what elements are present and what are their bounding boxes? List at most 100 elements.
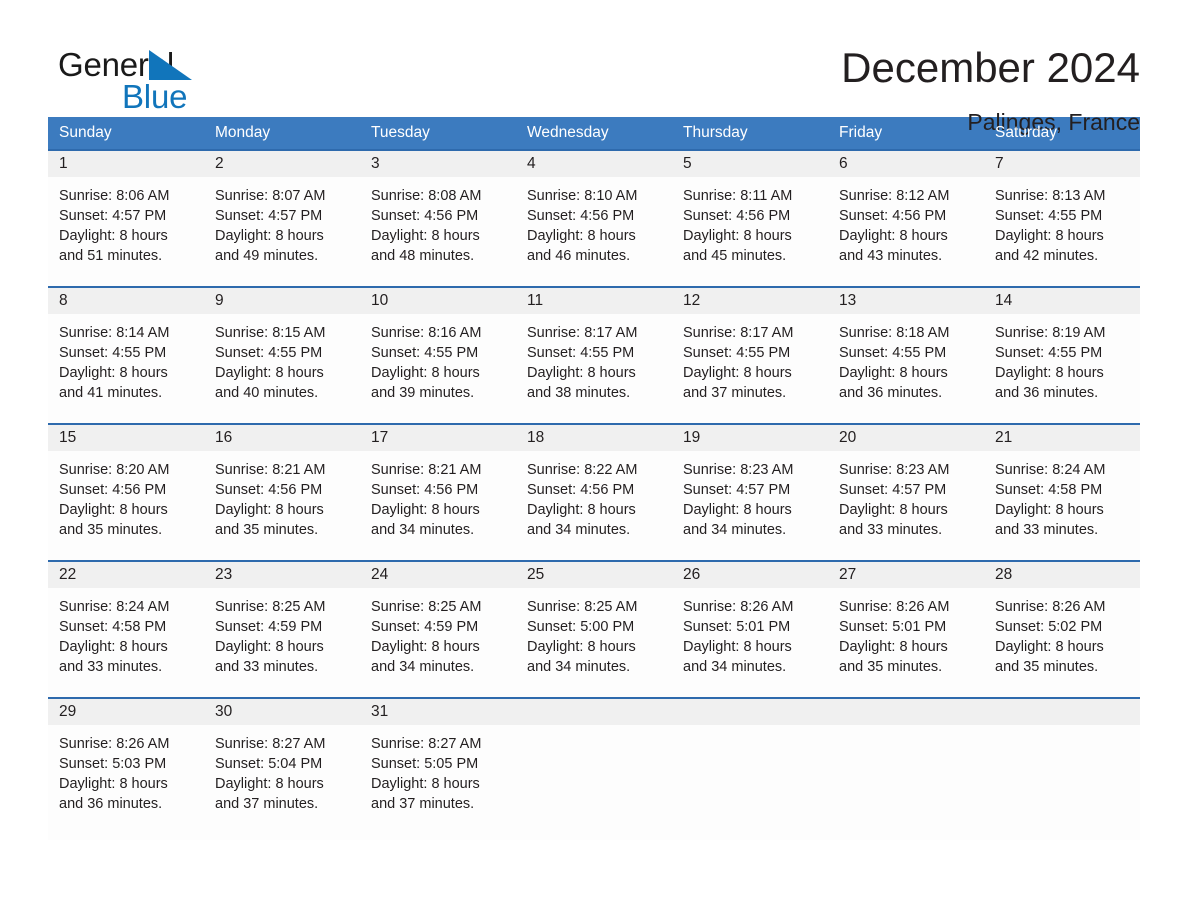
day-number[interactable]: 22 xyxy=(48,562,204,588)
day-number[interactable]: 14 xyxy=(984,288,1140,314)
day-cell[interactable]: Sunrise: 8:13 AM Sunset: 4:55 PM Dayligh… xyxy=(984,177,1140,286)
daylight-text-line2: and 43 minutes. xyxy=(839,248,943,264)
day-number[interactable]: 29 xyxy=(48,699,204,725)
day-cell[interactable]: Sunrise: 8:17 AM Sunset: 4:55 PM Dayligh… xyxy=(516,314,672,423)
sunset-text: Sunset: 4:59 PM xyxy=(371,619,479,635)
day-cell[interactable]: Sunrise: 8:17 AM Sunset: 4:55 PM Dayligh… xyxy=(672,314,828,423)
day-number[interactable]: 7 xyxy=(984,151,1140,177)
daylight-text-line2: and 35 minutes. xyxy=(59,522,163,538)
day-cell[interactable]: Sunrise: 8:24 AM Sunset: 4:58 PM Dayligh… xyxy=(48,588,204,697)
day-cell[interactable]: Sunrise: 8:06 AM Sunset: 4:57 PM Dayligh… xyxy=(48,177,204,286)
sunset-text: Sunset: 5:05 PM xyxy=(371,756,479,772)
day-cell[interactable]: Sunrise: 8:26 AM Sunset: 5:02 PM Dayligh… xyxy=(984,588,1140,697)
sunrise-text: Sunrise: 8:26 AM xyxy=(59,736,170,752)
week-date-band: 22 23 24 25 26 27 28 xyxy=(48,562,1140,588)
sunset-text: Sunset: 5:00 PM xyxy=(527,619,635,635)
day-cell[interactable]: Sunrise: 8:27 AM Sunset: 5:04 PM Dayligh… xyxy=(204,725,360,840)
week-date-band: 8 9 10 11 12 13 14 xyxy=(48,288,1140,314)
day-cell[interactable]: Sunrise: 8:10 AM Sunset: 4:56 PM Dayligh… xyxy=(516,177,672,286)
sunrise-text: Sunrise: 8:23 AM xyxy=(683,462,794,478)
day-number-empty xyxy=(828,699,984,725)
day-cell[interactable]: Sunrise: 8:11 AM Sunset: 4:56 PM Dayligh… xyxy=(672,177,828,286)
day-cell[interactable]: Sunrise: 8:26 AM Sunset: 5:03 PM Dayligh… xyxy=(48,725,204,840)
day-number-empty xyxy=(672,699,828,725)
day-number[interactable]: 28 xyxy=(984,562,1140,588)
day-number[interactable]: 26 xyxy=(672,562,828,588)
day-cell[interactable]: Sunrise: 8:14 AM Sunset: 4:55 PM Dayligh… xyxy=(48,314,204,423)
day-cell[interactable]: Sunrise: 8:25 AM Sunset: 5:00 PM Dayligh… xyxy=(516,588,672,697)
daylight-text-line1: Daylight: 8 hours xyxy=(527,502,636,518)
daylight-text-line2: and 36 minutes. xyxy=(59,796,163,812)
day-number[interactable]: 5 xyxy=(672,151,828,177)
daylight-text-line2: and 46 minutes. xyxy=(527,248,631,264)
day-number[interactable]: 18 xyxy=(516,425,672,451)
day-cell[interactable]: Sunrise: 8:08 AM Sunset: 4:56 PM Dayligh… xyxy=(360,177,516,286)
sunset-text: Sunset: 4:55 PM xyxy=(215,345,323,361)
day-cell[interactable]: Sunrise: 8:21 AM Sunset: 4:56 PM Dayligh… xyxy=(204,451,360,560)
day-number[interactable]: 10 xyxy=(360,288,516,314)
daylight-text-line2: and 35 minutes. xyxy=(215,522,319,538)
sunrise-text: Sunrise: 8:14 AM xyxy=(59,325,170,341)
day-number-empty xyxy=(516,699,672,725)
sunrise-text: Sunrise: 8:15 AM xyxy=(215,325,326,341)
day-cell[interactable]: Sunrise: 8:23 AM Sunset: 4:57 PM Dayligh… xyxy=(828,451,984,560)
day-cell[interactable]: Sunrise: 8:24 AM Sunset: 4:58 PM Dayligh… xyxy=(984,451,1140,560)
calendar-week-row: 29 30 31 Sunrise: 8:26 AM Sunset: 5:03 P… xyxy=(48,697,1140,840)
day-cell[interactable]: Sunrise: 8:26 AM Sunset: 5:01 PM Dayligh… xyxy=(672,588,828,697)
daylight-text-line1: Daylight: 8 hours xyxy=(371,639,480,655)
day-number[interactable]: 21 xyxy=(984,425,1140,451)
day-number[interactable]: 25 xyxy=(516,562,672,588)
day-cell[interactable]: Sunrise: 8:18 AM Sunset: 4:55 PM Dayligh… xyxy=(828,314,984,423)
day-cell[interactable]: Sunrise: 8:20 AM Sunset: 4:56 PM Dayligh… xyxy=(48,451,204,560)
day-number[interactable]: 19 xyxy=(672,425,828,451)
day-number[interactable]: 3 xyxy=(360,151,516,177)
day-number[interactable]: 1 xyxy=(48,151,204,177)
sunset-text: Sunset: 4:56 PM xyxy=(683,208,791,224)
day-number[interactable]: 11 xyxy=(516,288,672,314)
day-cell[interactable]: Sunrise: 8:22 AM Sunset: 4:56 PM Dayligh… xyxy=(516,451,672,560)
day-cell[interactable]: Sunrise: 8:12 AM Sunset: 4:56 PM Dayligh… xyxy=(828,177,984,286)
day-number[interactable]: 13 xyxy=(828,288,984,314)
day-number[interactable]: 17 xyxy=(360,425,516,451)
day-cell[interactable]: Sunrise: 8:25 AM Sunset: 4:59 PM Dayligh… xyxy=(360,588,516,697)
day-number[interactable]: 2 xyxy=(204,151,360,177)
day-cell[interactable]: Sunrise: 8:26 AM Sunset: 5:01 PM Dayligh… xyxy=(828,588,984,697)
day-number[interactable]: 24 xyxy=(360,562,516,588)
day-number-empty xyxy=(984,699,1140,725)
day-number[interactable]: 12 xyxy=(672,288,828,314)
calendar-grid: Sunday Monday Tuesday Wednesday Thursday… xyxy=(48,117,1140,840)
day-number[interactable]: 9 xyxy=(204,288,360,314)
weekday-header-row: Sunday Monday Tuesday Wednesday Thursday… xyxy=(48,117,1140,149)
day-number[interactable]: 6 xyxy=(828,151,984,177)
day-number[interactable]: 8 xyxy=(48,288,204,314)
day-number[interactable]: 15 xyxy=(48,425,204,451)
daylight-text-line2: and 40 minutes. xyxy=(215,385,319,401)
week-date-band: 15 16 17 18 19 20 21 xyxy=(48,425,1140,451)
day-number[interactable]: 20 xyxy=(828,425,984,451)
day-number[interactable]: 4 xyxy=(516,151,672,177)
day-cell[interactable]: Sunrise: 8:27 AM Sunset: 5:05 PM Dayligh… xyxy=(360,725,516,840)
day-cell[interactable]: Sunrise: 8:21 AM Sunset: 4:56 PM Dayligh… xyxy=(360,451,516,560)
daylight-text-line2: and 35 minutes. xyxy=(839,659,943,675)
daylight-text-line2: and 45 minutes. xyxy=(683,248,787,264)
day-number[interactable]: 27 xyxy=(828,562,984,588)
day-cell[interactable]: Sunrise: 8:07 AM Sunset: 4:57 PM Dayligh… xyxy=(204,177,360,286)
day-number[interactable]: 31 xyxy=(360,699,516,725)
day-cell[interactable]: Sunrise: 8:16 AM Sunset: 4:55 PM Dayligh… xyxy=(360,314,516,423)
daylight-text-line2: and 33 minutes. xyxy=(215,659,319,675)
sunset-text: Sunset: 4:55 PM xyxy=(371,345,479,361)
day-number[interactable]: 16 xyxy=(204,425,360,451)
daylight-text-line2: and 38 minutes. xyxy=(527,385,631,401)
sunset-text: Sunset: 4:55 PM xyxy=(839,345,947,361)
day-cell[interactable]: Sunrise: 8:15 AM Sunset: 4:55 PM Dayligh… xyxy=(204,314,360,423)
day-cell-empty xyxy=(984,725,1140,840)
general-blue-logo[interactable]: General Blue xyxy=(48,44,248,120)
week-date-band: 29 30 31 xyxy=(48,699,1140,725)
day-cell[interactable]: Sunrise: 8:25 AM Sunset: 4:59 PM Dayligh… xyxy=(204,588,360,697)
day-cell[interactable]: Sunrise: 8:23 AM Sunset: 4:57 PM Dayligh… xyxy=(672,451,828,560)
weekday-sunday: Sunday xyxy=(59,124,112,141)
day-cell[interactable]: Sunrise: 8:19 AM Sunset: 4:55 PM Dayligh… xyxy=(984,314,1140,423)
day-number[interactable]: 23 xyxy=(204,562,360,588)
day-number[interactable]: 30 xyxy=(204,699,360,725)
triangle-icon xyxy=(149,50,192,80)
